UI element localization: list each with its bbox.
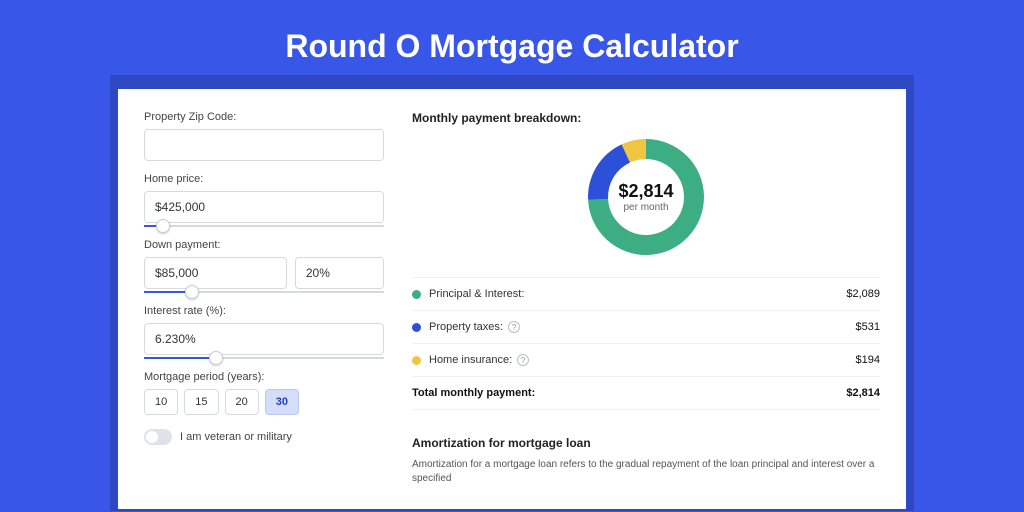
veteran-label: I am veteran or military: [180, 431, 292, 443]
amortization-title: Amortization for mortgage loan: [412, 436, 880, 450]
zip-label: Property Zip Code:: [144, 111, 384, 123]
breakdown-heading: Monthly payment breakdown:: [412, 111, 880, 125]
amortization-section: Amortization for mortgage loan Amortizat…: [412, 424, 880, 486]
rate-input[interactable]: [144, 323, 384, 355]
down-label: Down payment:: [144, 239, 384, 251]
down-slider-thumb[interactable]: [185, 285, 199, 299]
legend: Principal & Interest:$2,089Property taxe…: [412, 277, 880, 410]
legend-row: Principal & Interest:$2,089: [412, 278, 880, 311]
legend-label: Home insurance:?: [429, 354, 856, 366]
price-field: Home price:: [144, 173, 384, 227]
legend-value: $194: [856, 354, 880, 366]
zip-field: Property Zip Code:: [144, 111, 384, 161]
price-slider[interactable]: [144, 225, 384, 227]
period-label: Mortgage period (years):: [144, 371, 384, 383]
legend-dot-icon: [412, 323, 421, 332]
legend-dot-icon: [412, 290, 421, 299]
period-button-20[interactable]: 20: [225, 389, 259, 415]
legend-total-row: Total monthly payment:$2,814: [412, 377, 880, 410]
veteran-toggle[interactable]: [144, 429, 172, 445]
page-title: Round O Mortgage Calculator: [0, 0, 1024, 89]
veteran-toggle-row: I am veteran or military: [144, 429, 384, 445]
legend-value: $2,089: [846, 288, 880, 300]
price-label: Home price:: [144, 173, 384, 185]
total-value: $2,814: [846, 387, 880, 399]
breakdown-panel: Monthly payment breakdown: $2,814 per mo…: [412, 111, 880, 487]
info-icon[interactable]: ?: [508, 321, 520, 333]
form-panel: Property Zip Code: Home price: Down paym…: [144, 111, 384, 487]
rate-field: Interest rate (%):: [144, 305, 384, 359]
legend-label: Principal & Interest:: [429, 288, 846, 300]
period-button-10[interactable]: 10: [144, 389, 178, 415]
total-label: Total monthly payment:: [412, 387, 846, 399]
legend-value: $531: [856, 321, 880, 333]
period-button-30[interactable]: 30: [265, 389, 299, 415]
legend-row: Property taxes:?$531: [412, 311, 880, 344]
down-percent-input[interactable]: [295, 257, 384, 289]
amortization-body: Amortization for a mortgage loan refers …: [412, 458, 880, 486]
zip-input[interactable]: [144, 129, 384, 161]
rate-label: Interest rate (%):: [144, 305, 384, 317]
price-input[interactable]: [144, 191, 384, 223]
rate-slider[interactable]: [144, 357, 384, 359]
donut-subtext: per month: [623, 202, 668, 213]
period-button-15[interactable]: 15: [184, 389, 218, 415]
period-field: Mortgage period (years): 1015 2030: [144, 371, 384, 415]
down-field: Down payment:: [144, 239, 384, 293]
info-icon[interactable]: ?: [517, 354, 529, 366]
payment-donut-chart: $2,814 per month: [584, 135, 708, 259]
down-slider[interactable]: [144, 291, 384, 293]
rate-slider-thumb[interactable]: [209, 351, 223, 365]
legend-label: Property taxes:?: [429, 321, 856, 333]
price-slider-thumb[interactable]: [156, 219, 170, 233]
legend-row: Home insurance:?$194: [412, 344, 880, 377]
down-amount-input[interactable]: [144, 257, 287, 289]
donut-amount: $2,814: [618, 181, 673, 202]
legend-dot-icon: [412, 356, 421, 365]
calculator-card: Property Zip Code: Home price: Down paym…: [118, 89, 906, 509]
